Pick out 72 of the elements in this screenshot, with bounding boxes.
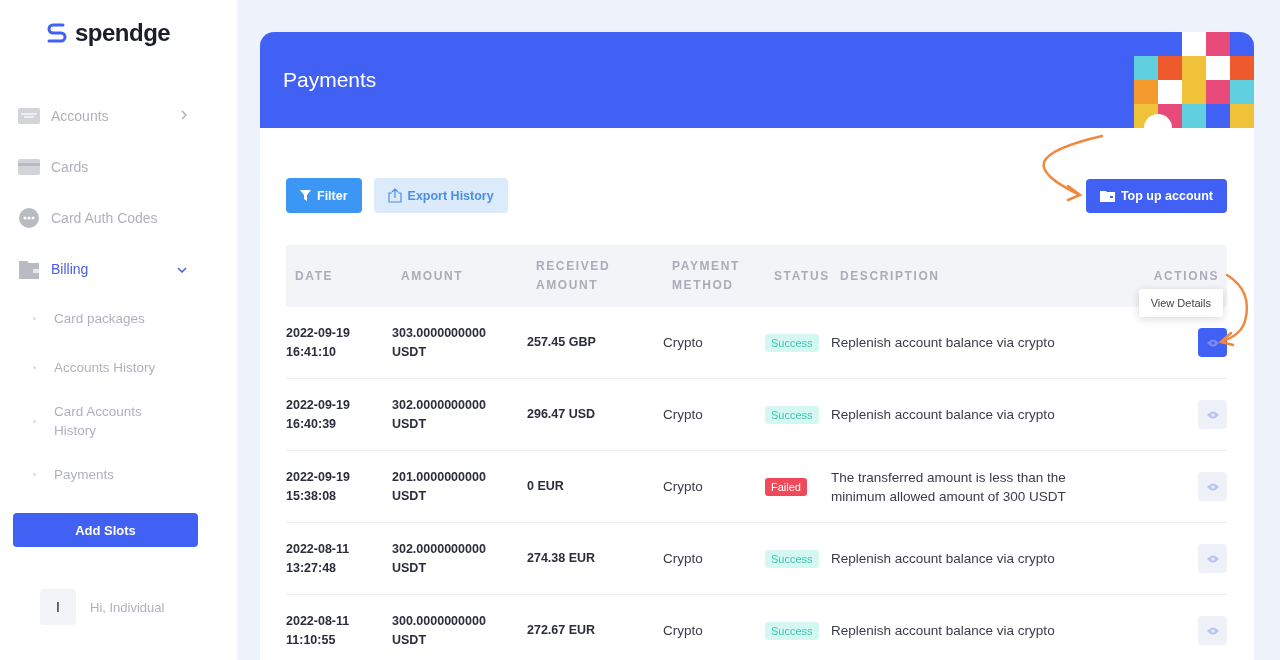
filter-icon [300, 190, 311, 201]
received-cell-text: 274.38 EUR [527, 550, 597, 567]
method-cell-text: Crypto [663, 334, 704, 352]
amount-cell-text: 303.0000000000 USDT [392, 324, 487, 361]
export-button[interactable]: Export History [373, 178, 508, 213]
status-badge: Failed [765, 477, 807, 496]
description-cell-text: Replenish account balance via crypto [831, 406, 1056, 424]
top-up-button[interactable]: Top up account [1085, 178, 1227, 213]
date-cell-text: 2022-09-19 15:38:08 [286, 468, 351, 505]
avatar: I [40, 589, 76, 625]
sidebar-item[interactable]: Billing [13, 243, 187, 294]
description-cell-text: Replenish account balance via crypto [831, 550, 1056, 568]
method-cell-text: Crypto [663, 622, 704, 640]
column-header: AMOUNT [401, 267, 465, 285]
column-header: PAYMENT METHOD [672, 258, 741, 294]
amount-cell-text: 302.0000000000 USDT [392, 540, 487, 577]
column-header: RECEIVED AMOUNT [536, 258, 612, 294]
sidebar-item[interactable]: Accounts [13, 90, 187, 141]
view-button[interactable] [1198, 616, 1227, 645]
description-cell-text: Replenish account balance via crypto [831, 334, 1056, 352]
wallet-icon [19, 258, 39, 279]
tooltip: View Details [1138, 289, 1223, 317]
submenu-item[interactable]: Accounts History [54, 358, 164, 377]
date-cell-text: 2022-09-19 16:40:39 [286, 396, 351, 433]
date-cell-text: 2022-08-11 11:10:55 [286, 612, 351, 649]
submenu-item[interactable]: Card Accounts History [54, 402, 164, 440]
view-button[interactable] [1198, 472, 1227, 501]
wallet-icon [1099, 189, 1115, 202]
add-slots-button[interactable]: Add Slots [13, 513, 198, 547]
chat-icon [19, 207, 39, 228]
user-greeting: Hi, Individual [90, 599, 165, 615]
received-cell-text: 272.67 EUR [527, 622, 597, 639]
column-header: STATUS [774, 267, 831, 285]
date-cell-text: 2022-08-11 13:27:48 [286, 540, 351, 577]
column-header: DESCRIPTION [840, 267, 941, 285]
received-cell-text: 296.47 USD [527, 406, 597, 423]
amount-cell-text: 201.0000000000 USDT [392, 468, 487, 505]
received-cell-text: 0 EUR [527, 478, 565, 495]
received-cell-text: 257.45 GBP [527, 334, 597, 351]
view-button[interactable] [1198, 400, 1227, 429]
status-badge: Success [765, 549, 819, 568]
status-badge: Success [765, 621, 819, 640]
logo-icon [45, 22, 69, 44]
sidebar-item[interactable]: Card Auth Codes [13, 192, 187, 243]
submenu-item[interactable]: Payments [54, 465, 164, 484]
filter-button[interactable]: Filter [286, 178, 362, 213]
sidebar-item[interactable]: Cards [13, 141, 187, 192]
amount-cell-text: 302.0000000000 USDT [392, 396, 487, 433]
description-cell-text: Replenish account balance via crypto [831, 622, 1056, 640]
eye-icon [1206, 482, 1219, 491]
status-badge: Success [765, 405, 819, 424]
page-title: Payments [283, 68, 377, 92]
view-button[interactable] [1198, 328, 1227, 357]
description-cell-text: The transferred amount is less than the minimum allowed amount of 300 USDT [831, 468, 1067, 506]
view-button[interactable] [1198, 544, 1227, 573]
method-cell-text: Crypto [663, 478, 704, 496]
method-cell-text: Crypto [663, 550, 704, 568]
eye-icon [1206, 410, 1219, 419]
date-cell-text: 2022-09-19 16:41:10 [286, 324, 351, 361]
eye-icon [1206, 626, 1219, 635]
column-header: ACTIONS [1152, 267, 1219, 285]
amount-cell-text: 300.0000000000 USDT [392, 612, 487, 649]
card-icon [18, 158, 40, 175]
brand-name: spendge [75, 19, 171, 47]
submenu-item[interactable]: Card packages [54, 309, 164, 328]
eye-icon [1206, 554, 1219, 563]
column-header: DATE [295, 267, 335, 285]
eye-icon [1206, 338, 1219, 347]
upload-icon [387, 188, 402, 203]
card-icon [18, 107, 40, 124]
status-badge: Success [765, 333, 819, 352]
method-cell-text: Crypto [663, 406, 704, 424]
